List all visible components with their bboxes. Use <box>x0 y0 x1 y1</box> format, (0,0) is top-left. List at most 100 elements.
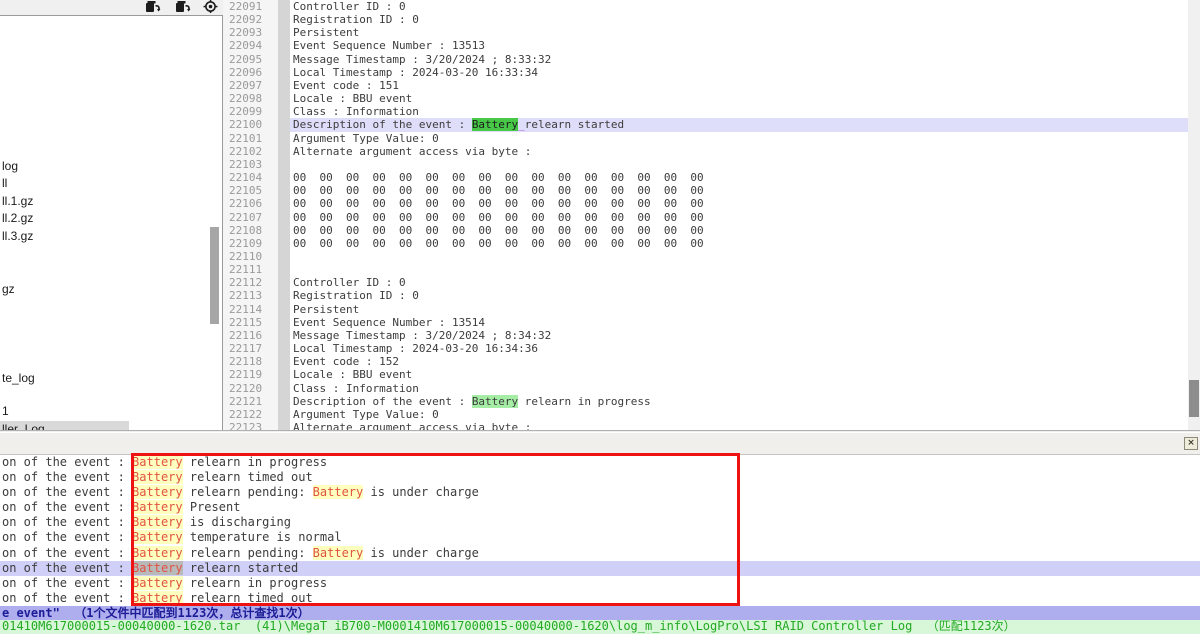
search-result-row[interactable]: on of the event : Battery Present <box>0 500 1200 515</box>
search-match: Battery <box>313 485 364 499</box>
file-tree-item[interactable]: log <box>0 158 18 175</box>
gutter-strip <box>278 66 290 79</box>
gutter-strip <box>278 0 290 13</box>
log-line[interactable]: 22120Class : Information <box>223 382 1188 395</box>
file-tree-item[interactable]: ll.1.gz <box>0 193 33 210</box>
search-match: Battery <box>132 561 183 575</box>
text-segment: on of the event : <box>2 530 132 544</box>
panel-splitter[interactable]: × <box>0 430 1200 455</box>
log-line[interactable]: 2210500 00 00 00 00 00 00 00 00 00 00 00… <box>223 184 1188 197</box>
line-number: 22120 <box>223 382 278 395</box>
gutter-strip <box>278 79 290 92</box>
file-tree-scrollbar-thumb[interactable] <box>210 227 219 324</box>
search-results-list: on of the event : Battery relearn in pro… <box>0 455 1200 606</box>
gutter-strip <box>278 197 290 210</box>
line-number: 22110 <box>223 250 278 263</box>
line-number: 22097 <box>223 79 278 92</box>
log-line-text: Event code : 151 <box>290 79 1188 92</box>
export-log-icon[interactable] <box>175 0 191 13</box>
text-segment: 00 00 00 00 00 00 00 00 00 00 00 00 00 0… <box>293 237 704 250</box>
log-line[interactable]: 22119Locale : BBU event <box>223 368 1188 381</box>
log-line[interactable]: 22092Registration ID : 0 <box>223 13 1188 26</box>
file-tree-item[interactable]: te_log <box>0 370 35 387</box>
log-line[interactable]: 22115Event Sequence Number : 13514 <box>223 316 1188 329</box>
log-line[interactable]: 22098Locale : BBU event <box>223 92 1188 105</box>
search-match: Battery <box>132 455 183 469</box>
file-tree-item[interactable]: ller_Log <box>0 421 129 430</box>
log-line[interactable]: 22101Argument Type Value: 0 <box>223 132 1188 145</box>
search-result-row[interactable]: on of the event : Battery relearn in pro… <box>0 576 1200 591</box>
log-line[interactable]: 22099Class : Information <box>223 105 1188 118</box>
log-line[interactable]: 2210700 00 00 00 00 00 00 00 00 00 00 00… <box>223 211 1188 224</box>
text-segment: relearn timed out <box>183 470 313 484</box>
search-result-row[interactable]: on of the event : Battery relearn starte… <box>0 561 1200 576</box>
log-line-text: 00 00 00 00 00 00 00 00 00 00 00 00 00 0… <box>290 171 1188 184</box>
log-line[interactable]: 22108 00 00 00 00 00 00 00 00 00 00 00 00… <box>223 224 1188 237</box>
line-number: 22103 <box>223 158 278 171</box>
search-summary-bar: e event" （1个文件中匹配到1123次，总计查找1次） <box>0 606 1200 620</box>
text-segment: Argument Type Value: 0 <box>293 132 439 145</box>
close-icon[interactable]: × <box>1184 437 1198 450</box>
text-segment: Present <box>183 500 241 514</box>
line-number: 22099 <box>223 105 278 118</box>
log-line-text: Registration ID : 0 <box>290 289 1188 302</box>
log-line[interactable]: 22121Description of the event : Battery … <box>223 395 1188 408</box>
log-line[interactable]: 2210400 00 00 00 00 00 00 00 00 00 00 00… <box>223 171 1188 184</box>
log-line-text: 00 00 00 00 00 00 00 00 00 00 00 00 00 0… <box>290 224 1188 237</box>
log-line[interactable]: 2210900 00 00 00 00 00 00 00 00 00 00 00… <box>223 237 1188 250</box>
text-segment: 00 00 00 00 00 00 00 00 00 00 00 00 00 0… <box>293 211 704 224</box>
line-number: 22106 <box>223 197 278 210</box>
log-line[interactable]: 22093Persistent <box>223 26 1188 39</box>
text-segment: Event Sequence Number : 13514 <box>293 316 485 329</box>
log-line[interactable]: 2210600 00 00 00 00 00 00 00 00 00 00 00… <box>223 197 1188 210</box>
log-line[interactable]: 22118Event code : 152 <box>223 355 1188 368</box>
log-line-text: 00 00 00 00 00 00 00 00 00 00 00 00 00 0… <box>290 184 1188 197</box>
file-tree-item[interactable]: ll.2.gz <box>0 210 33 227</box>
file-tree-item[interactable]: 1 <box>0 403 9 420</box>
log-line[interactable]: 22095Message Timestamp : 3/20/2024 ; 8:3… <box>223 53 1188 66</box>
log-line[interactable]: 22103 <box>223 158 1188 171</box>
file-tree-item[interactable]: gz <box>0 281 15 298</box>
file-tree-item[interactable]: ll <box>0 175 7 192</box>
log-line[interactable]: 22113Registration ID : 0 <box>223 289 1188 302</box>
line-number: 22096 <box>223 66 278 79</box>
text-segment: Alternate argument access via byte : <box>293 145 531 158</box>
search-result-row[interactable]: on of the event : Battery is discharging <box>0 515 1200 530</box>
search-result-row[interactable]: on of the event : Battery relearn pendin… <box>0 546 1200 561</box>
search-match: Battery <box>132 576 183 590</box>
search-match: Battery <box>472 395 518 408</box>
file-tree-item[interactable]: ll.3.gz <box>0 228 33 245</box>
log-line[interactable]: 22122Argument Type Value: 0 <box>223 408 1188 421</box>
locate-target-icon[interactable] <box>203 0 219 13</box>
log-line[interactable]: 22110 <box>223 250 1188 263</box>
search-match: Battery <box>132 546 183 560</box>
text-segment: relearn in progress <box>183 576 328 590</box>
gutter-strip <box>278 342 290 355</box>
log-scrollbar-track[interactable] <box>1188 0 1200 430</box>
log-line[interactable]: 22096Local Timestamp : 2024-03-20 16:33:… <box>223 66 1188 79</box>
log-viewer[interactable]: 22091Controller ID : 022092Registration … <box>223 0 1188 430</box>
log-line[interactable]: 22097 Event code : 151 <box>223 79 1188 92</box>
log-line[interactable]: 22117Local Timestamp : 2024-03-20 16:34:… <box>223 342 1188 355</box>
log-line[interactable]: 22114Persistent <box>223 303 1188 316</box>
log-line[interactable]: 22111 <box>223 263 1188 276</box>
line-number: 22108 <box>223 224 278 237</box>
log-line[interactable]: 22123Alternate argument access via byte … <box>223 421 1188 430</box>
log-scrollbar-thumb[interactable] <box>1189 380 1199 417</box>
log-line[interactable]: 22091Controller ID : 0 <box>223 0 1188 13</box>
text-segment: Message Timestamp : 3/20/2024 ; 8:33:32 <box>293 53 551 66</box>
search-result-row[interactable]: on of the event : Battery relearn pendin… <box>0 485 1200 500</box>
log-line[interactable]: 22116Message Timestamp : 3/20/2024 ; 8:3… <box>223 329 1188 342</box>
log-line[interactable]: 22100Description of the event : Battery_… <box>223 118 1188 131</box>
log-line[interactable]: 22112Controller ID : 0 <box>223 276 1188 289</box>
search-result-row[interactable]: on of the event : Battery temperature is… <box>0 530 1200 545</box>
log-line[interactable]: 22102Alternate argument access via byte … <box>223 145 1188 158</box>
log-line[interactable]: 22094Event Sequence Number : 13513 <box>223 39 1188 52</box>
search-result-row[interactable]: on of the event : Battery relearn timed … <box>0 591 1200 606</box>
line-number: 22111 <box>223 263 278 276</box>
gutter-strip <box>278 382 290 395</box>
search-result-row[interactable]: on of the event : Battery relearn timed … <box>0 470 1200 485</box>
search-result-row[interactable]: on of the event : Battery relearn in pro… <box>0 455 1200 470</box>
gutter-strip <box>278 237 290 250</box>
export-log-icon[interactable] <box>145 0 161 13</box>
